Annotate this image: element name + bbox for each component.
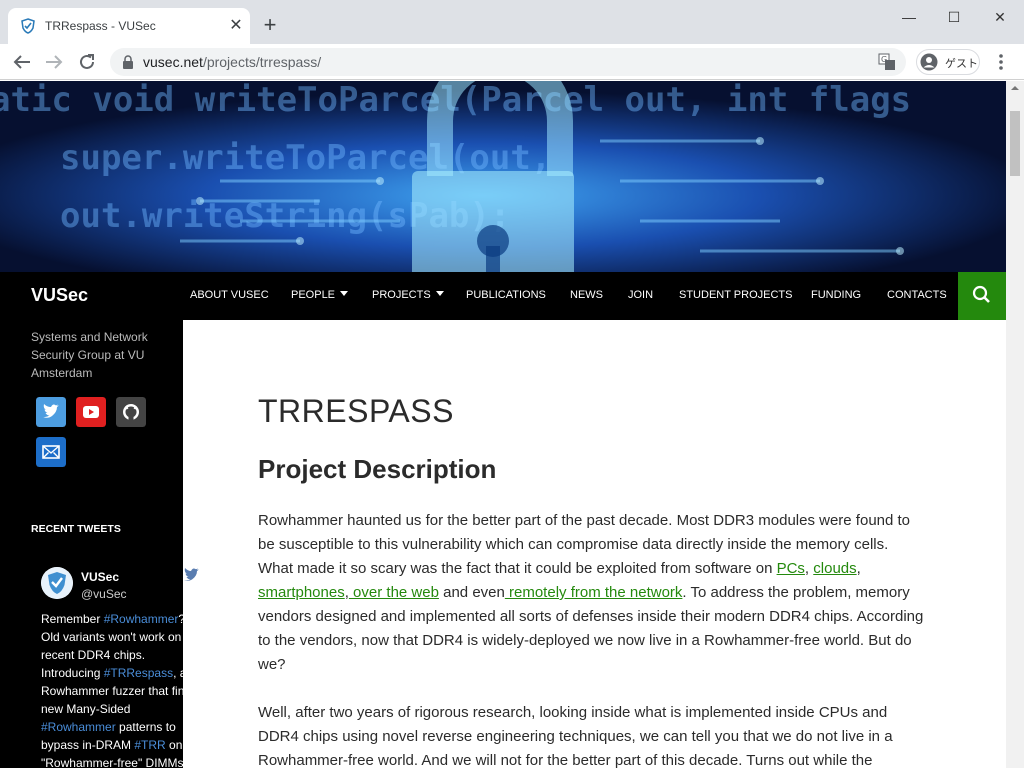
link-smartphones[interactable]: smartphones bbox=[258, 584, 345, 601]
main-navigation: VUSec ABOUT VUSEC PEOPLE PROJECTS PUBLIC… bbox=[0, 272, 1006, 320]
svg-text:G: G bbox=[881, 55, 887, 64]
separator: , bbox=[804, 560, 814, 577]
tweet-line: Old variants won't work on bbox=[41, 628, 201, 646]
browser-menu-icon[interactable] bbox=[992, 52, 1010, 72]
scroll-thumb[interactable] bbox=[1010, 111, 1020, 176]
caret-down-icon bbox=[340, 291, 349, 296]
twitter-icon[interactable] bbox=[36, 397, 66, 427]
tab-strip: TRRespass - VUSec ✕ + — ☐ ✕ bbox=[0, 0, 1024, 44]
profile-button[interactable]: ゲスト bbox=[916, 49, 980, 75]
nav-people-label: PEOPLE bbox=[291, 289, 336, 301]
tweet-line: bypass in-DRAM #TRR on bbox=[41, 736, 201, 754]
translate-icon[interactable]: G bbox=[878, 53, 896, 71]
tweet-line: "Rowhammer-free" DIMMs bbox=[41, 754, 201, 768]
tweet-author-name[interactable]: VUSec bbox=[81, 570, 119, 584]
tweet-line-text: Old variants won't work on bbox=[41, 630, 182, 644]
browser-tab[interactable]: TRRespass - VUSec ✕ bbox=[8, 8, 250, 44]
page-title: TRRESPASS bbox=[258, 393, 454, 429]
hashtag-link[interactable]: #Rowhammer bbox=[104, 612, 179, 626]
email-icon[interactable] bbox=[36, 437, 66, 467]
url-text: vusec.net/projects/trrespass/ bbox=[143, 54, 321, 70]
new-tab-button[interactable]: + bbox=[258, 14, 282, 38]
tweet-line: new Many-Sided bbox=[41, 700, 201, 718]
tweet-line-text: bypass in-DRAM bbox=[41, 738, 135, 752]
forward-icon[interactable] bbox=[42, 50, 66, 74]
tweet-line-rest: on bbox=[165, 738, 183, 752]
link-clouds[interactable]: clouds bbox=[813, 560, 856, 577]
tweet-text: Remember #Rowhammer? Old variants won't … bbox=[41, 610, 201, 768]
paragraph: Well, after two years of rigorous resear… bbox=[258, 704, 893, 768]
tab-title: TRRespass - VUSec bbox=[45, 19, 156, 33]
lock-code-banner: atic void writeToParcel(Parcel out, int … bbox=[0, 81, 1006, 272]
hashtag-link[interactable]: #TRR bbox=[134, 738, 165, 752]
tab-close-icon[interactable]: ✕ bbox=[226, 16, 246, 36]
nav-news[interactable]: NEWS bbox=[570, 289, 603, 301]
browser-toolbar: vusec.net/projects/trrespass/ G bbox=[0, 44, 1024, 80]
hashtag-link[interactable]: #TRRespass bbox=[104, 666, 173, 680]
nav-projects-label: PROJECTS bbox=[372, 289, 431, 301]
link-over-the-web[interactable]: over the web bbox=[349, 584, 439, 601]
twitter-bird-icon[interactable] bbox=[183, 567, 201, 583]
tweet-line-text: new Many-Sided bbox=[41, 702, 131, 716]
avatar-icon bbox=[920, 53, 938, 71]
url-path: /projects/trrespass/ bbox=[202, 54, 322, 70]
paragraph-text: and even bbox=[438, 584, 505, 601]
url-host: vusec.net bbox=[143, 54, 203, 70]
tweet-line-text: "Rowhammer-free" DIMMs bbox=[41, 756, 184, 768]
separator: , bbox=[856, 560, 861, 577]
site-title[interactable]: VUSec bbox=[31, 285, 88, 306]
recent-tweets-heading: RECENT TWEETS bbox=[31, 523, 121, 535]
nav-publications[interactable]: PUBLICATIONS bbox=[466, 289, 546, 301]
tweet-line-text: Introducing bbox=[41, 666, 104, 680]
tweet-line-rest: patterns to bbox=[115, 720, 176, 734]
nav-student-projects[interactable]: STUDENT PROJECTS bbox=[679, 289, 792, 301]
tweet-line: Rowhammer fuzzer that fin bbox=[41, 682, 201, 700]
nav-projects[interactable]: PROJECTS bbox=[372, 289, 444, 301]
nav-join[interactable]: JOIN bbox=[628, 289, 653, 301]
link-remotely-from-network[interactable]: remotely from the network bbox=[505, 584, 682, 601]
nav-contacts[interactable]: CONTACTS bbox=[887, 289, 947, 301]
minimize-button[interactable]: — bbox=[889, 6, 929, 28]
profile-label: ゲスト bbox=[945, 58, 978, 70]
tweet-line-text: Remember bbox=[41, 612, 104, 626]
site-tagline: Systems and Network Security Group at VU… bbox=[31, 330, 148, 380]
sidebar: Systems and Network Security Group at VU… bbox=[0, 320, 186, 768]
reload-icon[interactable] bbox=[75, 50, 99, 74]
search-icon bbox=[972, 285, 990, 303]
github-icon[interactable] bbox=[116, 397, 146, 427]
main-content: TRRESPASS Project Description Rowhammer … bbox=[183, 320, 1006, 768]
scroll-up-icon[interactable] bbox=[1006, 81, 1024, 95]
window-close-button[interactable]: ✕ bbox=[980, 6, 1020, 28]
back-icon[interactable] bbox=[10, 50, 34, 74]
nav-people[interactable]: PEOPLE bbox=[291, 289, 349, 301]
tweet-line: recent DDR4 chips. bbox=[41, 646, 201, 664]
tweet-line: Remember #Rowhammer? bbox=[41, 610, 201, 628]
vusec-logo-icon bbox=[41, 567, 73, 599]
nav-funding[interactable]: FUNDING bbox=[811, 289, 861, 301]
youtube-icon[interactable] bbox=[76, 397, 106, 427]
search-button[interactable] bbox=[958, 272, 1006, 320]
header-banner-image: atic void writeToParcel(Parcel out, int … bbox=[0, 81, 1006, 272]
avatar[interactable] bbox=[41, 567, 73, 599]
tweet-line: Introducing #TRRespass, a bbox=[41, 664, 201, 682]
nav-about-vusec[interactable]: ABOUT VUSEC bbox=[190, 289, 269, 301]
maximize-button[interactable]: ☐ bbox=[934, 6, 974, 28]
tweet-line-text: Rowhammer fuzzer that fin bbox=[41, 684, 185, 698]
lock-icon bbox=[123, 55, 133, 69]
vusec-shield-icon bbox=[21, 18, 35, 34]
page-scrollbar[interactable] bbox=[1006, 81, 1024, 768]
address-bar[interactable]: vusec.net/projects/trrespass/ G bbox=[110, 48, 906, 76]
tweet-line-text: recent DDR4 chips. bbox=[41, 648, 146, 662]
tweet-author-handle[interactable]: @vuSec bbox=[81, 587, 127, 601]
link-pcs[interactable]: PCs bbox=[777, 560, 805, 577]
hashtag-link[interactable]: #Rowhammer bbox=[41, 720, 116, 734]
section-heading: Project Description bbox=[258, 454, 497, 484]
paragraph: Rowhammer haunted us for the better part… bbox=[258, 509, 926, 677]
caret-down-icon bbox=[435, 291, 444, 296]
web-page: atic void writeToParcel(Parcel out, int … bbox=[0, 81, 1006, 768]
tweet-line: #Rowhammer patterns to bbox=[41, 718, 201, 736]
